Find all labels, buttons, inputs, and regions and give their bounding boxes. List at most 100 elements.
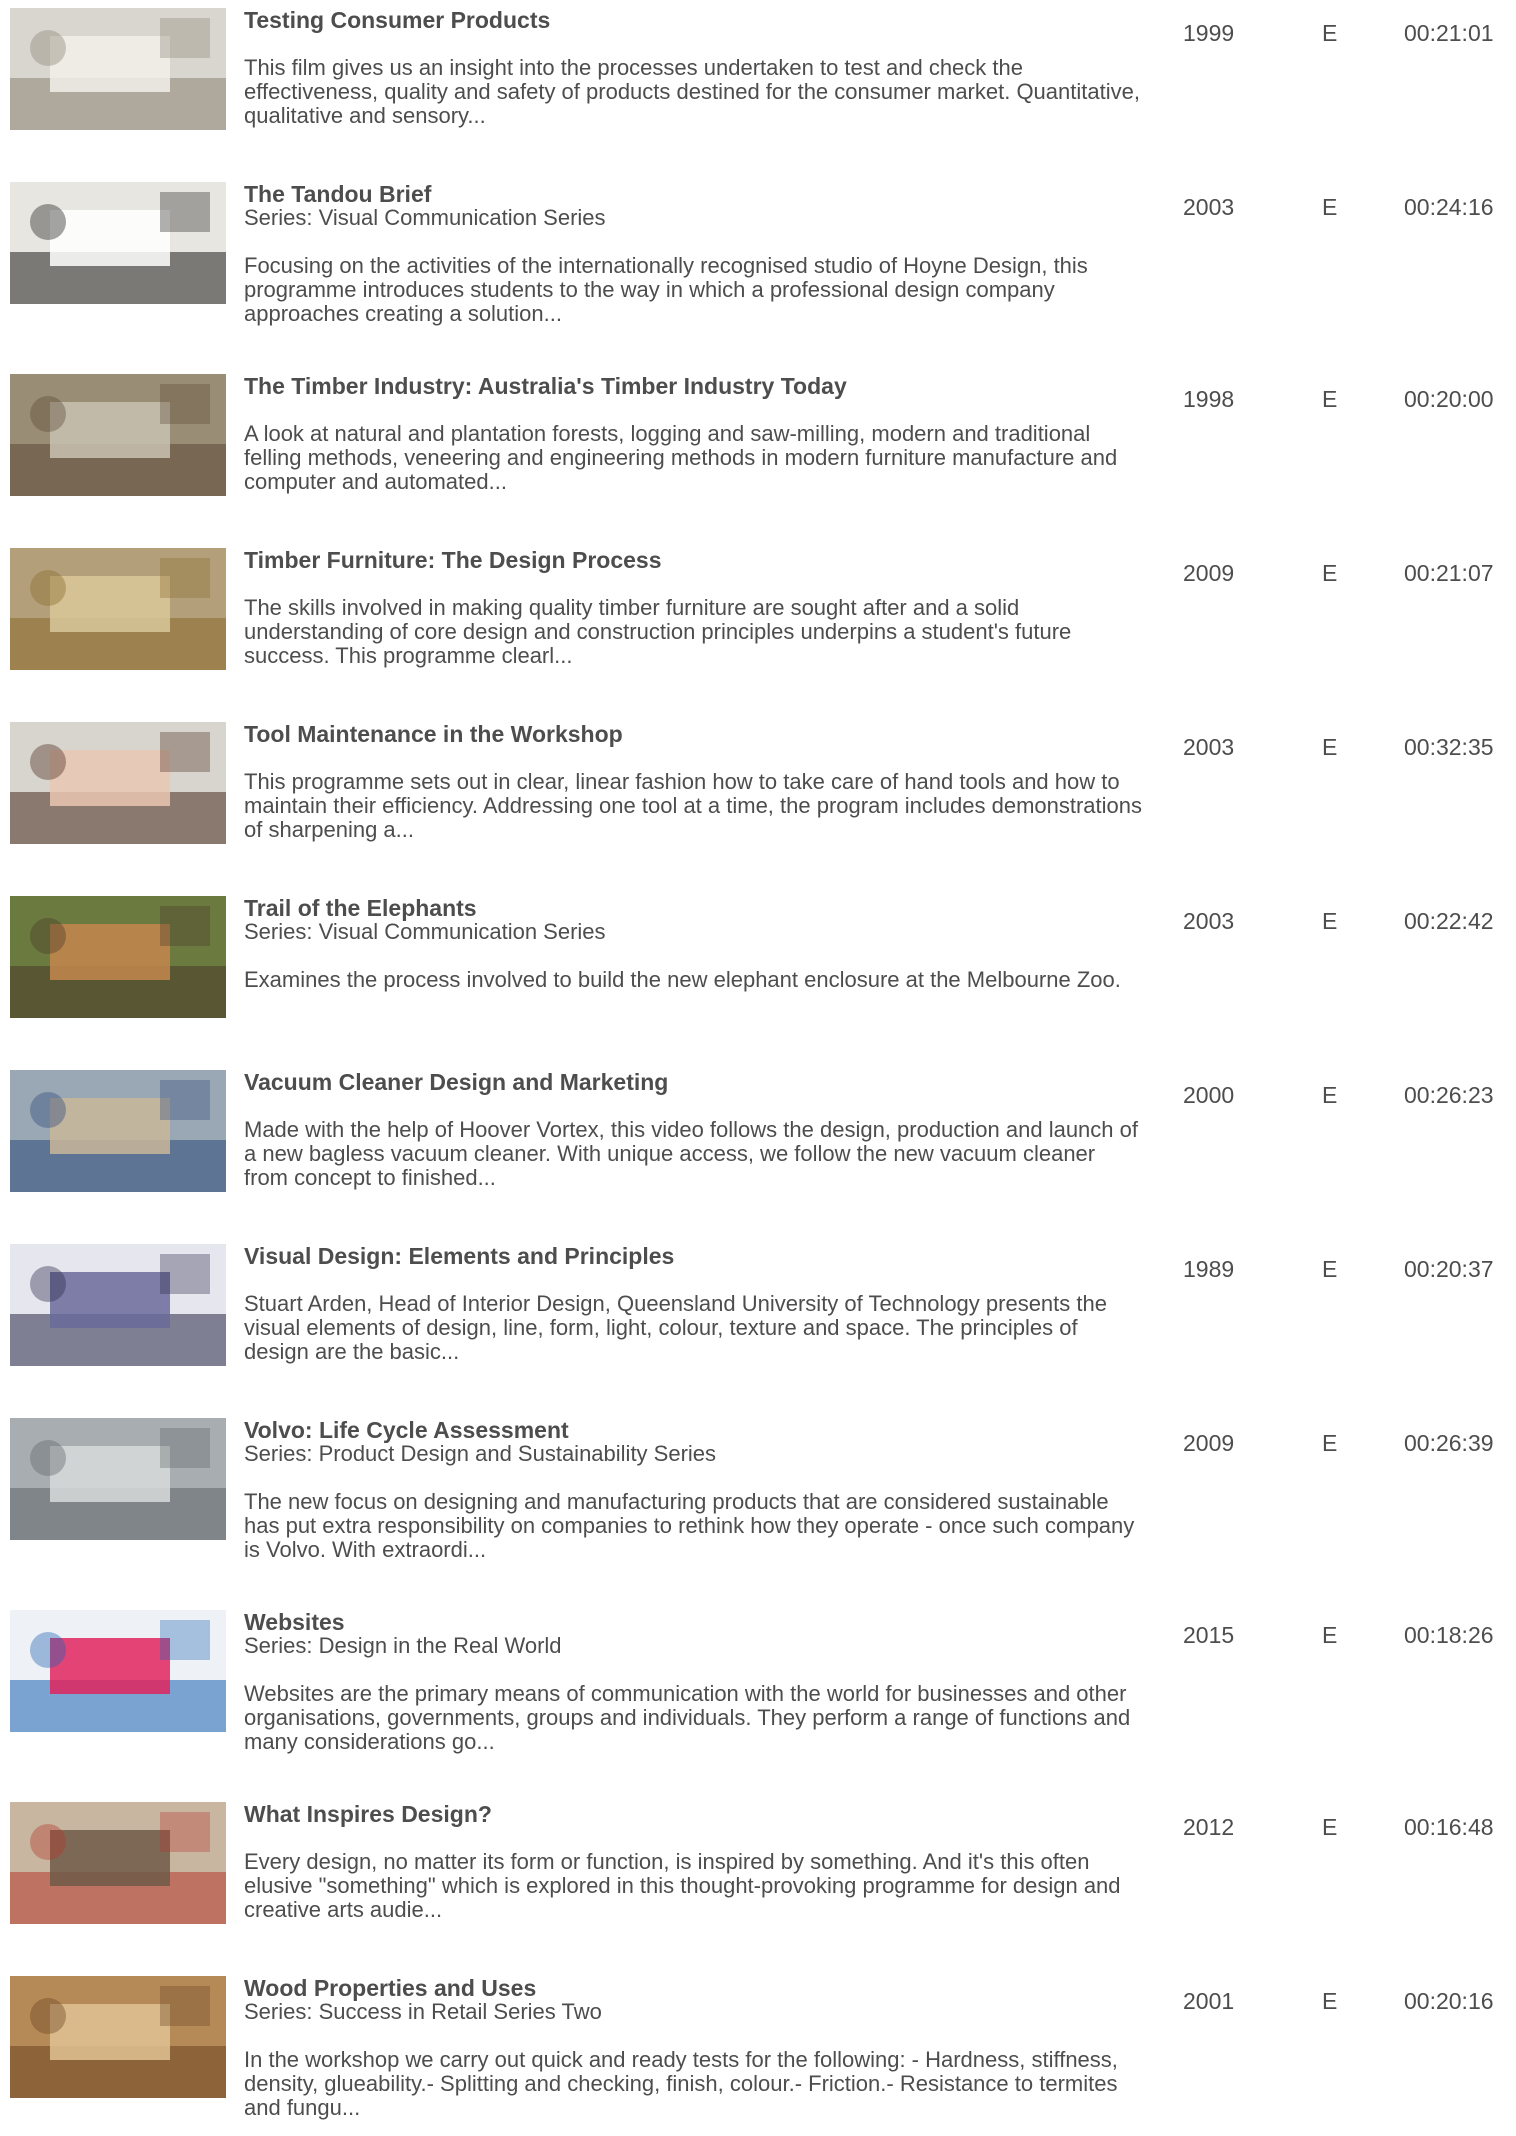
list-item[interactable]: Vacuum Cleaner Design and Marketing Made … xyxy=(0,1070,1516,1230)
list-item[interactable]: Testing Consumer Products This film gives… xyxy=(0,8,1516,168)
item-series: Series: Product Design and Sustainabilit… xyxy=(244,1441,717,1466)
item-title-link[interactable]: Visual Design: Elements and Principles xyxy=(244,1244,1144,1268)
item-series: Series: Visual Communication Series xyxy=(244,205,606,230)
item-language: E xyxy=(1322,1430,1338,1456)
item-year: 2009 xyxy=(1183,1430,1235,1456)
item-text: The Timber Industry: Australia's Timber … xyxy=(244,374,1144,494)
item-title-link[interactable]: Timber Furniture: The Design Process xyxy=(244,548,1144,572)
item-title-link[interactable]: Tool Maintenance in the Workshop xyxy=(244,722,1144,746)
item-language: E xyxy=(1322,20,1338,46)
item-duration: 00:20:16 xyxy=(1404,1988,1494,2014)
item-year: 1998 xyxy=(1183,386,1235,412)
item-language: E xyxy=(1322,194,1338,220)
car-factory-thumbnail[interactable] xyxy=(10,1418,226,1540)
timber-model-thumbnail[interactable] xyxy=(10,548,226,670)
item-language: E xyxy=(1322,1082,1338,1108)
item-duration: 00:22:42 xyxy=(1404,908,1494,934)
item-description: This programme sets out in clear, linear… xyxy=(244,769,1143,842)
list-item[interactable]: Wood Properties and Uses Series: Success … xyxy=(0,1976,1516,2136)
item-description: Stuart Arden, Head of Interior Design, Q… xyxy=(244,1291,1107,1364)
list-item[interactable]: Tool Maintenance in the Workshop This pro… xyxy=(0,722,1516,882)
item-description: The skills involved in making quality ti… xyxy=(244,595,1072,668)
list-item[interactable]: The Timber Industry: Australia's Timber … xyxy=(0,374,1516,534)
list-item[interactable]: Visual Design: Elements and Principles St… xyxy=(0,1244,1516,1404)
item-year: 2001 xyxy=(1183,1988,1235,2014)
item-duration: 00:21:07 xyxy=(1404,560,1494,586)
item-duration: 00:26:23 xyxy=(1404,1082,1494,1108)
item-year: 1989 xyxy=(1183,1256,1235,1282)
item-year: 2009 xyxy=(1183,560,1235,586)
item-title-link[interactable]: Websites xyxy=(244,1610,1144,1634)
item-language: E xyxy=(1322,560,1338,586)
item-language: E xyxy=(1322,1988,1338,2014)
list-item[interactable]: Volvo: Life Cycle Assessment Series: Prod… xyxy=(0,1418,1516,1578)
item-text: Websites Series: Design in the Real World… xyxy=(244,1610,1144,1754)
designers-thumbnail[interactable] xyxy=(10,1802,226,1924)
list-item[interactable]: Websites Series: Design in the Real World… xyxy=(0,1610,1516,1770)
item-text: Wood Properties and Uses Series: Success … xyxy=(244,1976,1144,2120)
social-icons-thumbnail[interactable] xyxy=(10,1610,226,1732)
item-description: Websites are the primary means of commun… xyxy=(244,1681,1131,1754)
item-language: E xyxy=(1322,734,1338,760)
design-blocks-thumbnail[interactable] xyxy=(10,1244,226,1366)
item-text: Trail of the Elephants Series: Visual Com… xyxy=(244,896,1144,992)
item-duration: 00:20:37 xyxy=(1404,1256,1494,1282)
item-duration: 00:26:39 xyxy=(1404,1430,1494,1456)
item-year: 1999 xyxy=(1183,20,1235,46)
item-title-link[interactable]: The Timber Industry: Australia's Timber … xyxy=(244,374,1144,398)
item-title-link[interactable]: Testing Consumer Products xyxy=(244,8,1144,32)
item-language: E xyxy=(1322,1256,1338,1282)
lab-samples-thumbnail[interactable] xyxy=(10,8,226,130)
item-title-link[interactable]: Vacuum Cleaner Design and Marketing xyxy=(244,1070,1144,1094)
item-description: The new focus on designing and manufactu… xyxy=(244,1489,1135,1562)
item-duration: 00:21:01 xyxy=(1404,20,1494,46)
item-title-link[interactable]: Trail of the Elephants xyxy=(244,896,1144,920)
presenter-thumbnail[interactable] xyxy=(10,896,226,1018)
list-item[interactable]: Timber Furniture: The Design Process The … xyxy=(0,548,1516,708)
item-description: Examines the process involved to build t… xyxy=(244,967,1121,992)
item-duration: 00:24:16 xyxy=(1404,194,1494,220)
item-title-link[interactable]: The Tandou Brief xyxy=(244,182,1144,206)
forest-logging-thumbnail[interactable] xyxy=(10,374,226,496)
list-item[interactable]: Trail of the Elephants Series: Visual Com… xyxy=(0,896,1516,1056)
list-item[interactable]: The Tandou Brief Series: Visual Communica… xyxy=(0,182,1516,342)
item-language: E xyxy=(1322,1622,1338,1648)
item-text: Timber Furniture: The Design Process The … xyxy=(244,548,1144,668)
item-title-link[interactable]: What Inspires Design? xyxy=(244,1802,1144,1826)
item-year: 2003 xyxy=(1183,194,1235,220)
item-duration: 00:20:00 xyxy=(1404,386,1494,412)
woodworking-thumbnail[interactable] xyxy=(10,722,226,844)
item-text: The Tandou Brief Series: Visual Communica… xyxy=(244,182,1144,326)
item-text: Vacuum Cleaner Design and Marketing Made … xyxy=(244,1070,1144,1190)
vacuum-cleaner-thumbnail[interactable] xyxy=(10,1070,226,1192)
item-series: Series: Success in Retail Series Two xyxy=(244,1999,602,2024)
item-year: 2015 xyxy=(1183,1622,1235,1648)
item-text: Volvo: Life Cycle Assessment Series: Prod… xyxy=(244,1418,1144,1562)
item-duration: 00:32:35 xyxy=(1404,734,1494,760)
item-text: What Inspires Design? Every design, no ma… xyxy=(244,1802,1144,1922)
timber-planks-thumbnail[interactable] xyxy=(10,1976,226,2098)
item-series: Series: Design in the Real World xyxy=(244,1633,562,1658)
item-year: 2003 xyxy=(1183,734,1235,760)
item-description: This film gives us an insight into the p… xyxy=(244,55,1140,128)
item-language: E xyxy=(1322,908,1338,934)
item-description: A look at natural and plantation forests… xyxy=(244,421,1118,494)
item-description: Every design, no matter its form or func… xyxy=(244,1849,1121,1922)
list-item[interactable]: What Inspires Design? Every design, no ma… xyxy=(0,1802,1516,1962)
item-description: Focusing on the activities of the intern… xyxy=(244,253,1088,326)
item-description: In the workshop we carry out quick and r… xyxy=(244,2047,1118,2120)
item-language: E xyxy=(1322,1814,1338,1840)
item-language: E xyxy=(1322,386,1338,412)
item-year: 2003 xyxy=(1183,908,1235,934)
item-year: 2000 xyxy=(1183,1082,1235,1108)
brochure-thumbnail[interactable] xyxy=(10,182,226,304)
item-description: Made with the help of Hoover Vortex, thi… xyxy=(244,1117,1138,1190)
item-text: Tool Maintenance in the Workshop This pro… xyxy=(244,722,1144,842)
item-year: 2012 xyxy=(1183,1814,1235,1840)
item-title-link[interactable]: Volvo: Life Cycle Assessment xyxy=(244,1418,1144,1442)
item-series: Series: Visual Communication Series xyxy=(244,919,606,944)
item-title-link[interactable]: Wood Properties and Uses xyxy=(244,1976,1144,2000)
item-text: Testing Consumer Products This film gives… xyxy=(244,8,1144,128)
item-duration: 00:16:48 xyxy=(1404,1814,1494,1840)
item-text: Visual Design: Elements and Principles St… xyxy=(244,1244,1144,1364)
